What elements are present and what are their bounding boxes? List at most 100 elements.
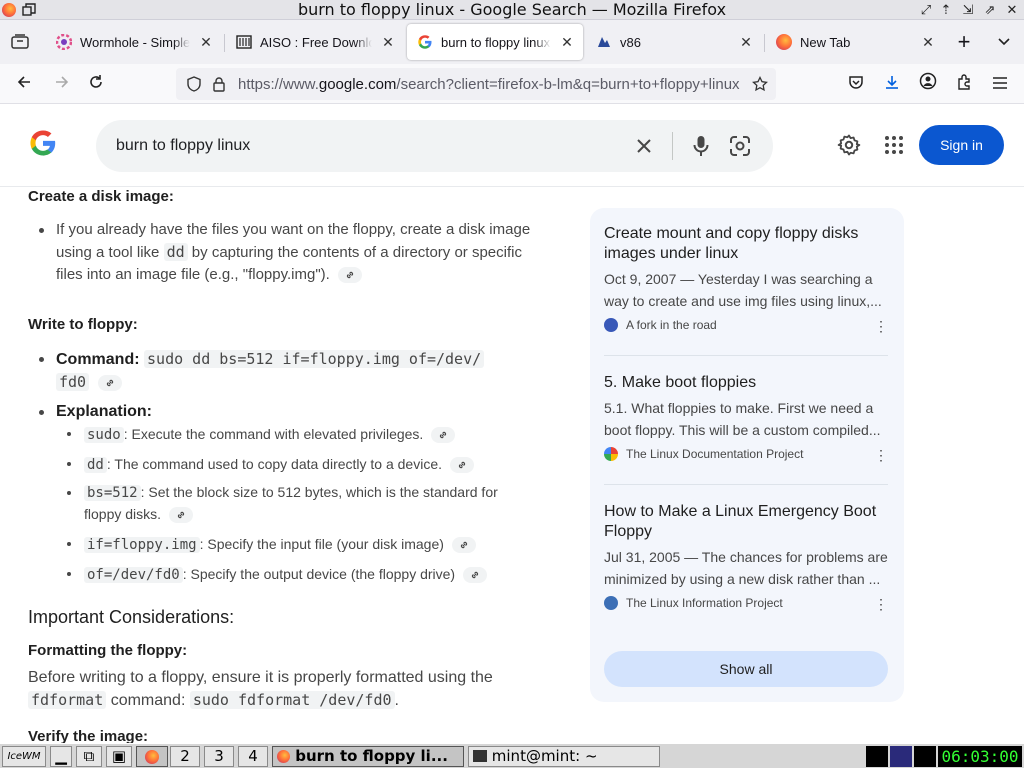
v86-icon — [596, 34, 612, 50]
list-item: bs=512: Set the block size to 512 bytes,… — [84, 484, 498, 524]
tab-google-search[interactable]: burn to floppy linux ✕ — [407, 24, 583, 60]
tracking-protection-shield-icon[interactable] — [186, 76, 202, 92]
firefox-icon — [145, 750, 159, 764]
google-logo-icon[interactable] — [28, 128, 58, 158]
task-firefox[interactable]: burn to floppy li... — [272, 746, 464, 767]
citation-link-icon[interactable] — [451, 537, 476, 554]
terminal-launcher-icon[interactable]: ▣ — [106, 746, 132, 767]
firefox-icon — [277, 750, 290, 763]
source-title[interactable]: 5. Make boot floppies — [604, 373, 888, 393]
google-header: Sign in — [0, 104, 1024, 187]
workspace-4[interactable]: 4 — [238, 746, 268, 767]
back-arrow-icon[interactable] — [12, 72, 36, 96]
lock-icon[interactable] — [212, 76, 226, 92]
downloads-icon[interactable] — [880, 72, 904, 96]
close-tab-icon[interactable]: ✕ — [736, 32, 756, 52]
tab-v86[interactable]: v86 ✕ — [586, 24, 762, 60]
more-options-icon[interactable]: ⋮ — [874, 447, 888, 464]
hamburger-menu-icon[interactable] — [988, 72, 1012, 96]
start-menu-icon[interactable]: IceWM — [2, 746, 46, 767]
paragraph: Before writing to a floppy, ensure it is… — [28, 669, 493, 709]
network-monitor — [890, 746, 912, 767]
list-item: if=floppy.img: Specify the input file (y… — [84, 533, 476, 556]
more-options-icon[interactable]: ⋮ — [874, 318, 888, 335]
citation-link-icon[interactable] — [168, 507, 193, 524]
close-window-icon[interactable]: ✕ — [1004, 2, 1020, 18]
close-tab-icon[interactable]: ✕ — [918, 32, 938, 52]
search-results-main: Create a disk image: If you already have… — [0, 187, 1024, 743]
source-snippet: Oct 9, 2007 — Yesterday I was searching … — [604, 271, 873, 287]
minimize-all-icon[interactable]: ▁ — [50, 746, 72, 767]
search-box — [96, 120, 773, 172]
section-heading: Create a disk image: — [28, 188, 174, 205]
source-title[interactable]: How to Make a Linux Emergency Boot Floppy — [604, 502, 888, 542]
source-snippet: Jul 31, 2005 — The chances for problems … — [604, 549, 888, 565]
navigation-toolbar: https://www.google.com/search?client=fir… — [0, 64, 1024, 104]
close-tab-icon[interactable]: ✕ — [557, 32, 577, 52]
task-terminal[interactable]: mint@mint: ~ — [468, 746, 660, 767]
lens-camera-icon[interactable] — [728, 134, 752, 158]
extensions-icon[interactable] — [952, 72, 976, 96]
source-snippet: minimized by using a new disk rather tha… — [604, 571, 881, 587]
url-bar[interactable]: https://www.google.com/search?client=fir… — [176, 68, 776, 100]
tab-label: burn to floppy linux — [441, 34, 551, 50]
sign-in-button[interactable]: Sign in — [919, 125, 1004, 165]
fullscreen-icon[interactable]: ⤢ — [918, 2, 934, 18]
source-card[interactable]: How to Make a Linux Emergency Boot Floppy… — [604, 502, 888, 613]
citation-link-icon[interactable] — [338, 267, 362, 284]
maximize-icon[interactable]: ⇗ — [982, 2, 998, 18]
section-heading: Important Considerations: — [28, 607, 235, 627]
url-text[interactable]: https://www.google.com/search?client=fir… — [238, 76, 744, 93]
terminal-icon — [473, 750, 487, 762]
tab-aiso[interactable]: AISO : Free Download ✕ — [226, 24, 404, 60]
citation-link-icon[interactable] — [431, 427, 456, 444]
source-card[interactable]: 5. Make boot floppies 5.1. What floppies… — [604, 373, 888, 464]
list-item: Explanation: — [56, 403, 153, 420]
citation-link-icon[interactable] — [449, 457, 474, 474]
iconify-icon[interactable]: ⇲ — [960, 2, 976, 18]
source-title[interactable]: Create mount and copy floppy disks images… — [604, 224, 888, 264]
section-heading: Verify the image: — [28, 728, 149, 743]
source-name: A fork in the road — [626, 318, 717, 332]
wormhole-icon — [55, 33, 73, 51]
google-apps-grid-icon[interactable] — [884, 135, 904, 155]
citation-link-icon[interactable] — [97, 374, 122, 391]
memory-monitor — [914, 746, 936, 767]
microphone-icon[interactable] — [689, 134, 713, 158]
list-item: sudo: Execute the command with elevated … — [84, 423, 456, 446]
archive-icon — [236, 34, 252, 50]
wordpress-icon — [604, 318, 618, 332]
more-options-icon[interactable]: ⋮ — [874, 596, 888, 613]
tldp-icon — [604, 447, 618, 461]
tab-list-icon[interactable] — [8, 30, 32, 54]
tab-new-tab[interactable]: New Tab ✕ — [766, 24, 944, 60]
globe-icon — [604, 596, 618, 610]
source-snippet: way to create and use img files using li… — [604, 293, 882, 309]
settings-gear-icon[interactable] — [837, 133, 861, 157]
source-snippet: boot floppy. This will be a custom compi… — [604, 422, 881, 438]
tab-label: New Tab — [800, 34, 851, 50]
tab-wormhole[interactable]: Wormhole - Simple Private File Sharing ✕ — [46, 24, 222, 60]
keep-above-icon[interactable]: ⇡ — [938, 2, 954, 18]
show-all-button[interactable]: Show all — [604, 651, 888, 687]
new-tab-plus-icon[interactable]: + — [952, 30, 976, 54]
workspace-3[interactable]: 3 — [204, 746, 234, 767]
window-list-icon[interactable]: ⧉ — [76, 746, 102, 767]
close-tab-icon[interactable]: ✕ — [196, 32, 216, 52]
clock[interactable]: 06:03:00 — [938, 746, 1022, 767]
workspace-1[interactable] — [136, 746, 168, 767]
workspace-2[interactable]: 2 — [170, 746, 200, 767]
citation-link-icon[interactable] — [462, 567, 487, 584]
account-icon[interactable] — [916, 72, 940, 96]
source-card[interactable]: Create mount and copy floppy disks images… — [604, 224, 888, 335]
google-icon — [417, 34, 433, 50]
clear-search-icon[interactable] — [632, 134, 656, 158]
tab-label: AISO : Free Download — [260, 34, 372, 50]
search-input[interactable] — [116, 120, 616, 172]
forward-arrow-icon[interactable] — [50, 72, 74, 96]
list-all-tabs-icon[interactable] — [992, 30, 1016, 54]
close-tab-icon[interactable]: ✕ — [378, 32, 398, 52]
pocket-icon[interactable] — [844, 72, 868, 96]
reload-icon[interactable] — [84, 72, 108, 96]
bookmark-star-icon[interactable] — [752, 76, 768, 92]
